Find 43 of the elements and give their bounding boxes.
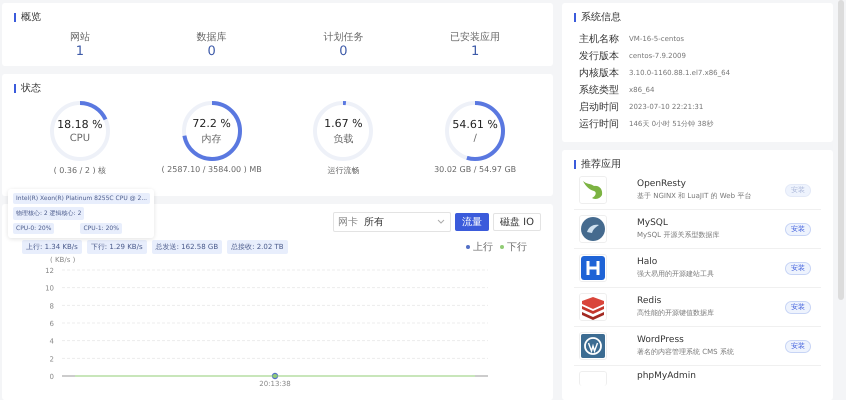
stat-value[interactable]: 1 (470, 44, 480, 59)
gauge-detail: 运行流畅 (327, 165, 360, 176)
gauge-detail: 30.02 GB / 54.97 GB (434, 165, 516, 174)
legend-label[interactable]: 上行 (473, 240, 493, 254)
app-name: Halo (637, 257, 658, 267)
card-title: 系统信息 (581, 10, 621, 24)
stat-label: 网站 (70, 30, 90, 44)
app-name: WordPress (637, 335, 685, 345)
info-label: 主机名称 (579, 33, 620, 46)
gauge-value: 72.2 % (192, 116, 231, 130)
info-label: 系统类型 (579, 84, 620, 97)
card-title: 状态 (21, 82, 41, 95)
scrollbar[interactable] (838, 0, 844, 300)
chart-tab[interactable]: 流量 (455, 213, 489, 231)
stat-label: 计划任务 (323, 30, 364, 44)
chart-tab[interactable]: 磁盘 IO (493, 213, 541, 231)
card-title: 推荐应用 (581, 158, 621, 171)
gauge-value: 18.18 % (57, 118, 103, 131)
gauge-label: 内存 (202, 132, 222, 146)
gauge-value: 54.61 % (452, 118, 498, 131)
app-name: MySQL (637, 218, 669, 228)
gauge-label: CPU (70, 133, 90, 144)
stat-label: 已安装应用 (450, 30, 500, 44)
gauge-detail: ( 2587.10 / 3584.00 ) MB (162, 165, 262, 174)
card-title: 概览 (21, 10, 41, 24)
info-label: 内核版本 (579, 67, 620, 80)
stat-label: 数据库 (196, 30, 227, 44)
chevron-icon (437, 219, 445, 225)
legend-label[interactable]: 下行 (507, 240, 527, 254)
stat-value[interactable]: 1 (76, 44, 84, 59)
gauge-label: / (473, 133, 477, 144)
app-name: OpenResty (637, 179, 687, 189)
stat-value[interactable]: 0 (207, 44, 216, 59)
gauge-value: 1.67 % (324, 116, 363, 130)
app-name: phpMyAdmin (637, 371, 697, 381)
gauge-label: 负载 (333, 132, 354, 146)
info-label: 运行时间 (579, 118, 620, 131)
network-select[interactable]: 网卡 所有 (333, 212, 451, 232)
stat-value[interactable]: 0 (339, 44, 348, 59)
gauge-detail: ( 0.36 / 2 ) 核 (54, 165, 106, 176)
info-label: 发行版本 (579, 50, 620, 63)
info-label: 启动时间 (579, 101, 620, 114)
app-name: Redis (637, 296, 662, 306)
